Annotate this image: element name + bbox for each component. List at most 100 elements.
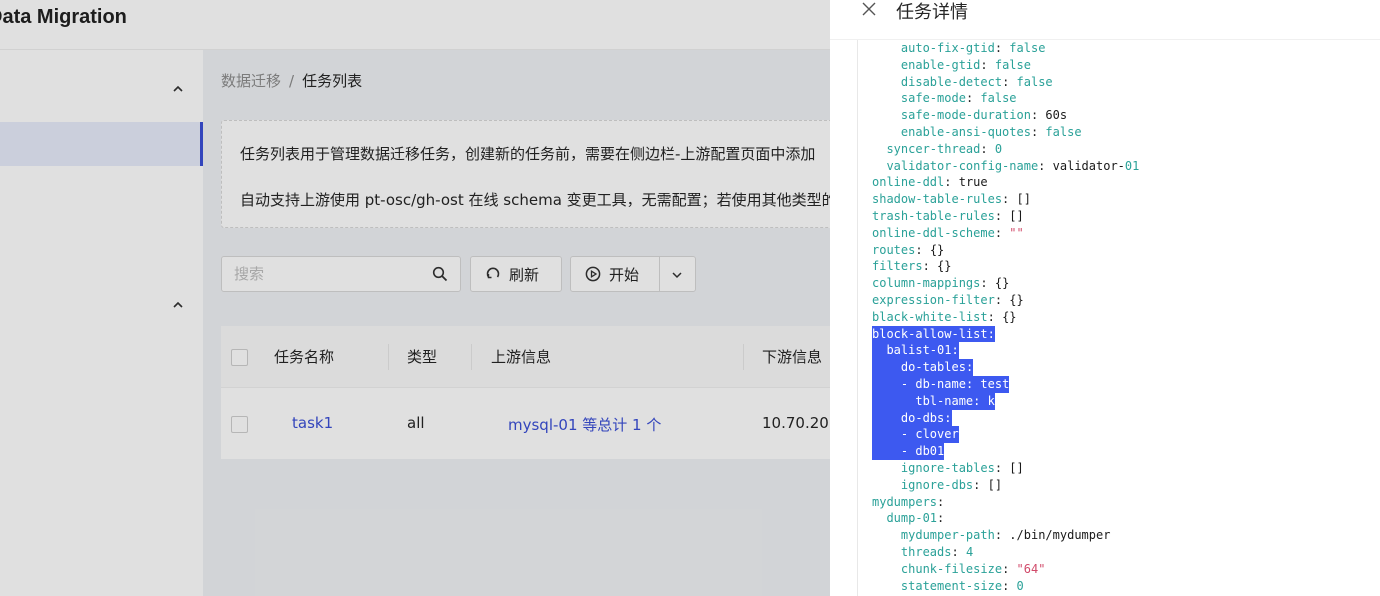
- code-value: k: [987, 393, 995, 408]
- code-line: shadow-table-rules: []: [872, 192, 1031, 207]
- code-line: tbl-name: k: [872, 392, 1139, 410]
- code-key: ignore-dbs: [900, 477, 974, 492]
- selected-text: - db01: [872, 443, 945, 460]
- code-line: do-dbs:: [872, 409, 1139, 427]
- code-value: {}: [1009, 292, 1024, 307]
- code-key: threads: [900, 544, 952, 559]
- code-key: tbl-name: [915, 393, 974, 408]
- code-value: 0: [994, 141, 1003, 156]
- code-value: []: [987, 477, 1003, 492]
- code-value: {}: [994, 276, 1010, 291]
- code-key: filters: [872, 259, 923, 274]
- code-value: ./bin/mydumper: [1009, 528, 1111, 543]
- code-line: expression-filter: {}: [872, 292, 1024, 307]
- code-line: black-white-list: {}: [872, 309, 1017, 324]
- code-value: true: [958, 175, 988, 190]
- code-line: enable-gtid: false: [900, 57, 1031, 72]
- code-line: - clover: [872, 426, 1139, 444]
- selected-text: - clover: [872, 426, 959, 444]
- code-line: dump-01:: [886, 511, 945, 526]
- selected-text: do-dbs:: [872, 409, 952, 427]
- code-key: dump-01: [886, 511, 938, 526]
- task-detail-drawer: 任务详情 auto-fix-gtid: false enable-gtid: f…: [830, 0, 1380, 596]
- code-line: chunk-filesize: "64": [900, 561, 1046, 576]
- code-key: trash-table-rules: [872, 208, 995, 223]
- code-line: balist-01:: [872, 342, 1139, 360]
- code-value: - clover: [900, 427, 959, 442]
- code-line: enable-ansi-quotes: false: [900, 124, 1082, 139]
- code-value: 0: [1016, 578, 1024, 593]
- code-line: syncer-thread: 0: [886, 141, 1003, 156]
- code-key: safe-mode: [900, 91, 966, 106]
- code-key: mydumpers: [872, 494, 938, 509]
- code-value: false: [994, 57, 1031, 72]
- code-line: statement-size: 0: [900, 578, 1024, 593]
- selected-text: block-allow-list:: [872, 325, 995, 343]
- code-key: do-dbs: [900, 410, 945, 425]
- code-line: mydumper-path: ./bin/mydumper: [900, 528, 1111, 543]
- selected-text: balist-01:: [872, 342, 959, 360]
- yaml-code-block[interactable]: auto-fix-gtid: false enable-gtid: false …: [872, 40, 1139, 594]
- selected-text: - db-name: test: [872, 375, 1010, 393]
- code-value: - db01: [900, 444, 945, 459]
- code-value: false: [1009, 41, 1046, 55]
- code-key: - db-name: [900, 376, 966, 391]
- code-key: mydumper-path: [900, 528, 995, 543]
- code-key: auto-fix-gtid: [900, 41, 995, 55]
- code-key: expression-filter: [872, 292, 995, 307]
- code-key: online-ddl: [872, 175, 945, 190]
- code-line: ignore-tables: []: [900, 460, 1024, 475]
- code-key: shadow-table-rules: [872, 192, 1003, 207]
- code-value: {}: [929, 242, 945, 257]
- code-line: disable-detect: false: [900, 74, 1053, 89]
- code-line: mydumpers:: [872, 494, 945, 509]
- code-line: trash-table-rules: []: [872, 208, 1024, 223]
- code-line: do-tables:: [872, 359, 1139, 376]
- code-value: false: [1045, 124, 1082, 139]
- code-value: 01: [1124, 158, 1140, 173]
- code-line: - db01: [872, 443, 1139, 460]
- code-key: ignore-tables: [900, 460, 995, 475]
- code-key: enable-ansi-quotes: [900, 124, 1031, 139]
- code-line: safe-mode: false: [900, 91, 1017, 106]
- code-line: validator-config-name: validator-01: [886, 158, 1140, 173]
- code-value: {}: [1002, 309, 1017, 324]
- code-key: chunk-filesize: [900, 561, 1003, 576]
- drawer-header: 任务详情: [830, 0, 1380, 40]
- code-value: test: [980, 376, 1010, 391]
- code-value: 60s: [1045, 108, 1068, 123]
- drawer-title: 任务详情: [896, 2, 968, 23]
- code-key: do-tables: [900, 360, 966, 375]
- code-value: validator-: [1052, 158, 1125, 173]
- code-line: safe-mode-duration: 60s: [900, 108, 1068, 123]
- code-key: syncer-thread: [886, 141, 981, 156]
- drawer-mask[interactable]: [0, 0, 830, 596]
- close-icon[interactable]: [861, 1, 877, 17]
- code-value: "": [1009, 225, 1024, 240]
- code-value: false: [1016, 74, 1053, 89]
- code-key: enable-gtid: [900, 57, 981, 72]
- code-key: online-ddl-scheme: [872, 225, 995, 240]
- code-key: statement-size: [900, 578, 1003, 593]
- code-value: 4: [965, 544, 974, 559]
- code-line: block-allow-list:: [872, 325, 1139, 343]
- code-line: online-ddl-scheme: "": [872, 225, 1024, 240]
- code-key: routes: [872, 242, 916, 257]
- code-key: disable-detect: [900, 74, 1003, 89]
- code-key: black-white-list: [872, 309, 988, 324]
- code-line: ignore-dbs: []: [900, 477, 1003, 492]
- code-value: {}: [937, 259, 952, 274]
- code-line: filters: {}: [872, 259, 952, 274]
- code-line: column-mappings: {}: [872, 276, 1010, 291]
- code-line: auto-fix-gtid: false: [900, 41, 1046, 55]
- code-key: block-allow-list: [872, 326, 988, 341]
- code-value: "64": [1016, 561, 1046, 576]
- code-line: threads: 4: [900, 544, 974, 559]
- selected-text: do-tables:: [872, 359, 974, 376]
- code-key: safe-mode-duration: [900, 108, 1031, 123]
- code-key: balist-01: [886, 343, 952, 358]
- drawer-body: auto-fix-gtid: false enable-gtid: false …: [857, 40, 1380, 596]
- code-line: online-ddl: true: [872, 175, 988, 190]
- code-key: column-mappings: [872, 276, 981, 291]
- code-key: validator-config-name: [886, 158, 1039, 173]
